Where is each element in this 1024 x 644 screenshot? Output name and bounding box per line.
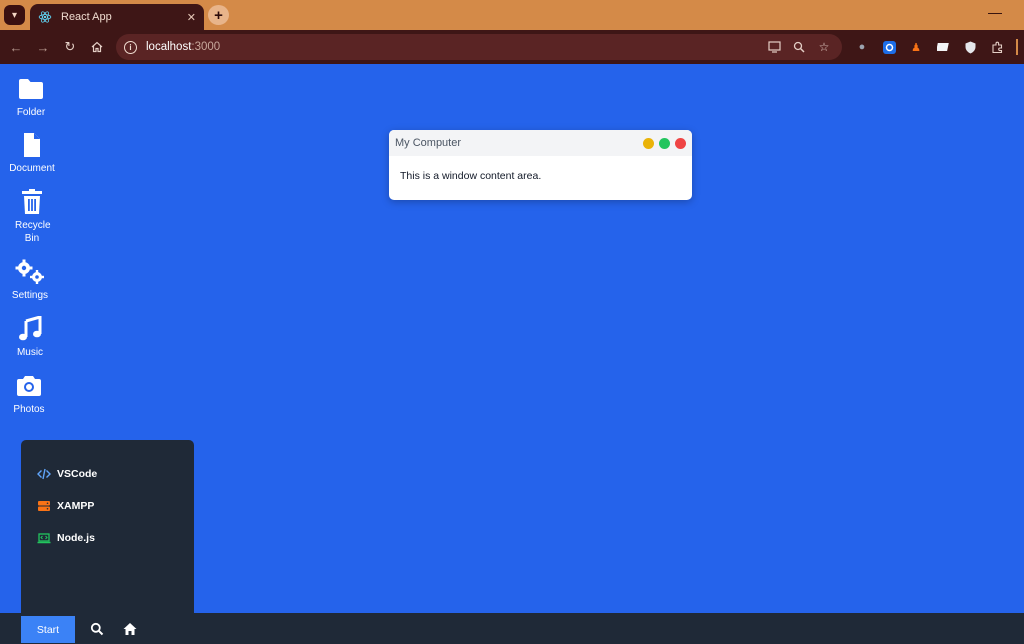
gears-icon bbox=[15, 259, 44, 284]
document-icon bbox=[24, 133, 40, 157]
desktop-icon-photos[interactable]: Photos bbox=[0, 373, 59, 416]
extension-shield-icon[interactable] bbox=[963, 40, 977, 54]
window-close-button[interactable] bbox=[675, 137, 686, 149]
window-minimize-button[interactable] bbox=[643, 137, 654, 149]
camera-icon bbox=[17, 376, 41, 396]
forward-icon[interactable]: → bbox=[34, 38, 52, 56]
desktop-icon-label: Recycle Bin bbox=[15, 220, 51, 244]
desktop-icon-label: Photos bbox=[13, 404, 45, 415]
back-icon[interactable]: ← bbox=[7, 38, 25, 56]
extension-robot-icon[interactable]: ● bbox=[855, 40, 869, 54]
desktop-icon-label: Music bbox=[16, 347, 44, 358]
start-menu-item-xampp[interactable]: XAMPP bbox=[21, 490, 194, 522]
server-icon bbox=[38, 501, 50, 511]
react-icon bbox=[38, 11, 52, 23]
toolbar-separator bbox=[1016, 39, 1018, 55]
desktop-icon-recycle-bin[interactable]: Recycle Bin bbox=[2, 189, 62, 245]
extension-gear-icon[interactable] bbox=[882, 40, 896, 54]
tab-title: React App bbox=[61, 11, 112, 23]
desktop-icon-settings[interactable]: Settings bbox=[0, 259, 60, 302]
home-icon[interactable] bbox=[123, 622, 137, 636]
code-icon bbox=[37, 468, 51, 480]
taskbar: Start bbox=[0, 613, 1024, 644]
laptop-code-icon bbox=[37, 533, 51, 544]
window-maximize-button[interactable] bbox=[659, 137, 670, 149]
start-menu: VSCode XAMPP Node.js bbox=[21, 440, 194, 613]
desktop-icon-folder[interactable]: Folder bbox=[1, 76, 61, 119]
start-menu-item-nodejs[interactable]: Node.js bbox=[21, 522, 194, 554]
start-button[interactable]: Start bbox=[21, 616, 75, 643]
menu-item-label: VSCode bbox=[57, 468, 98, 480]
address-bar[interactable]: i localhost :3000 ☆ bbox=[116, 34, 842, 60]
search-icon[interactable] bbox=[90, 622, 104, 636]
bookmark-star-icon[interactable]: ☆ bbox=[817, 40, 831, 54]
window-content: This is a window content area. bbox=[400, 170, 542, 182]
my-computer-window[interactable]: My Computer This is a window content are… bbox=[389, 130, 692, 200]
music-icon bbox=[19, 316, 42, 341]
site-info-icon[interactable]: i bbox=[124, 40, 137, 54]
start-menu-item-vscode[interactable]: VSCode bbox=[21, 458, 194, 490]
window-title: My Computer bbox=[395, 137, 462, 149]
desktop-icon-label: Folder bbox=[16, 107, 46, 118]
window-header[interactable]: My Computer bbox=[389, 130, 692, 156]
extension-card-icon[interactable] bbox=[936, 40, 950, 54]
desktop-icon-document[interactable]: Document bbox=[2, 132, 62, 175]
reload-icon[interactable]: ↻ bbox=[61, 38, 79, 56]
extensions-puzzle-icon[interactable] bbox=[990, 40, 1004, 54]
url-host: localhost bbox=[146, 41, 192, 53]
menu-item-label: Node.js bbox=[57, 532, 95, 544]
browser-tab[interactable]: React App ✕ bbox=[30, 4, 204, 30]
home-icon[interactable] bbox=[88, 38, 106, 56]
desktop-icon-music[interactable]: Music bbox=[0, 316, 60, 359]
cast-icon[interactable] bbox=[767, 40, 781, 54]
url-port: :3000 bbox=[191, 41, 221, 53]
folder-icon bbox=[19, 79, 43, 99]
new-tab-button[interactable]: + bbox=[208, 5, 229, 25]
browser-toolbar: ← → ↻ i localhost :3000 ☆ ● ♟ bbox=[0, 30, 1024, 64]
tab-search-icon[interactable]: ▾ bbox=[4, 5, 25, 25]
extension-figure-icon[interactable]: ♟ bbox=[909, 40, 923, 54]
trash-icon bbox=[22, 189, 42, 214]
window-minimize-button[interactable]: — bbox=[988, 4, 1002, 20]
menu-item-label: XAMPP bbox=[57, 500, 95, 512]
desktop-icon-label: Document bbox=[9, 163, 55, 174]
tab-close-icon[interactable]: ✕ bbox=[187, 11, 196, 24]
zoom-icon[interactable] bbox=[792, 40, 806, 54]
browser-titlebar: ▾ React App ✕ + — bbox=[0, 0, 1024, 30]
desktop-icon-label: Settings bbox=[11, 290, 49, 301]
